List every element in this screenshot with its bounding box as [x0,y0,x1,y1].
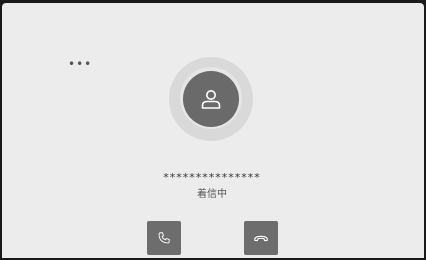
phone-hangup-icon [254,235,268,242]
phone-answer-icon [158,232,170,244]
call-status: 着信中 [197,189,227,200]
display-bezel: ••• *************** 着信中 [0,0,426,260]
more-dots-icon[interactable]: ••• [68,58,92,70]
answer-button[interactable] [147,221,181,255]
caller-number: *************** [163,171,261,184]
decline-button[interactable] [244,221,278,255]
avatar [183,71,239,127]
incoming-call-screen: ••• *************** 着信中 [2,3,424,258]
person-icon [201,90,221,109]
